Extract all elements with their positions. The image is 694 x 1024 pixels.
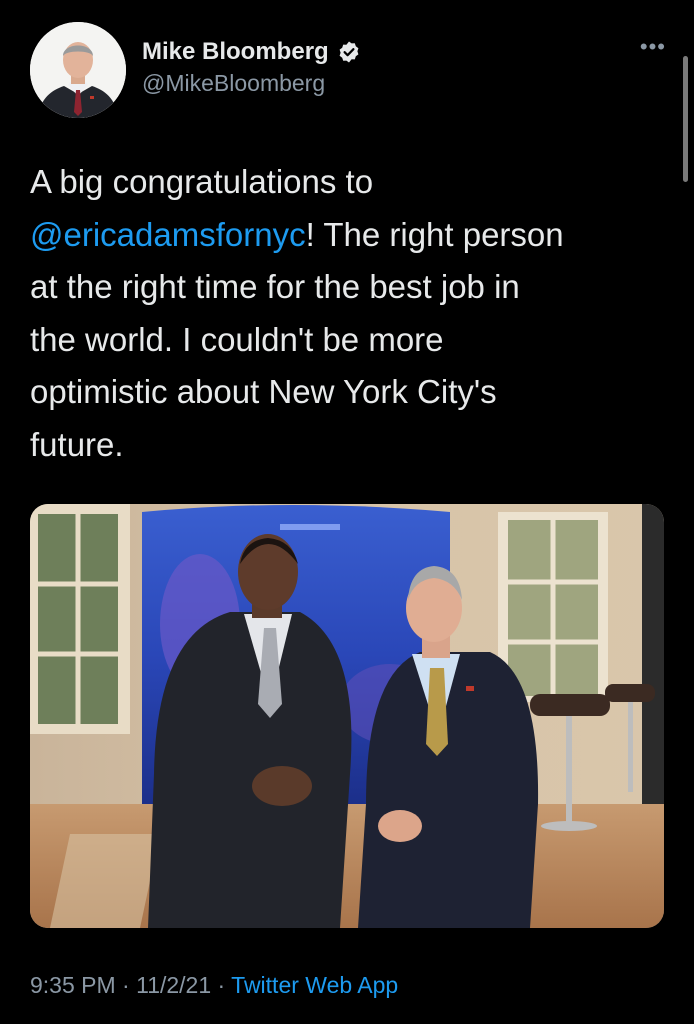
tweet-text: A big congratulations to @ericadamsforny… [30, 156, 670, 471]
handle[interactable]: @MikeBloomberg [142, 70, 361, 97]
tweet-photo[interactable] [30, 504, 664, 928]
tweet-date[interactable]: 11/2/21 [136, 972, 211, 998]
avatar[interactable] [30, 22, 126, 118]
avatar-image [30, 22, 126, 118]
display-name[interactable]: Mike Bloomberg [142, 38, 329, 66]
verified-badge-icon [339, 41, 359, 63]
tweet-source-link[interactable]: Twitter Web App [231, 972, 398, 998]
photo-illustration [30, 504, 664, 928]
meta-separator: · [211, 972, 232, 998]
scrollbar[interactable] [683, 56, 688, 182]
meta-separator: · [115, 972, 137, 998]
tweet-header: Mike Bloomberg @MikeBloomberg ••• [30, 22, 670, 118]
name-row: Mike Bloomberg [142, 38, 361, 66]
tweet-text-part: A big congratulations to [30, 163, 374, 200]
more-dots-icon[interactable]: ••• [640, 36, 666, 58]
tweet-time[interactable]: 9:35 PM [30, 972, 116, 998]
tweet-meta: 9:35 PM · 11/2/21 · Twitter Web App [30, 972, 398, 999]
mention-link[interactable]: @ericadamsfornyc [30, 216, 306, 253]
author-info: Mike Bloomberg @MikeBloomberg [142, 38, 361, 97]
